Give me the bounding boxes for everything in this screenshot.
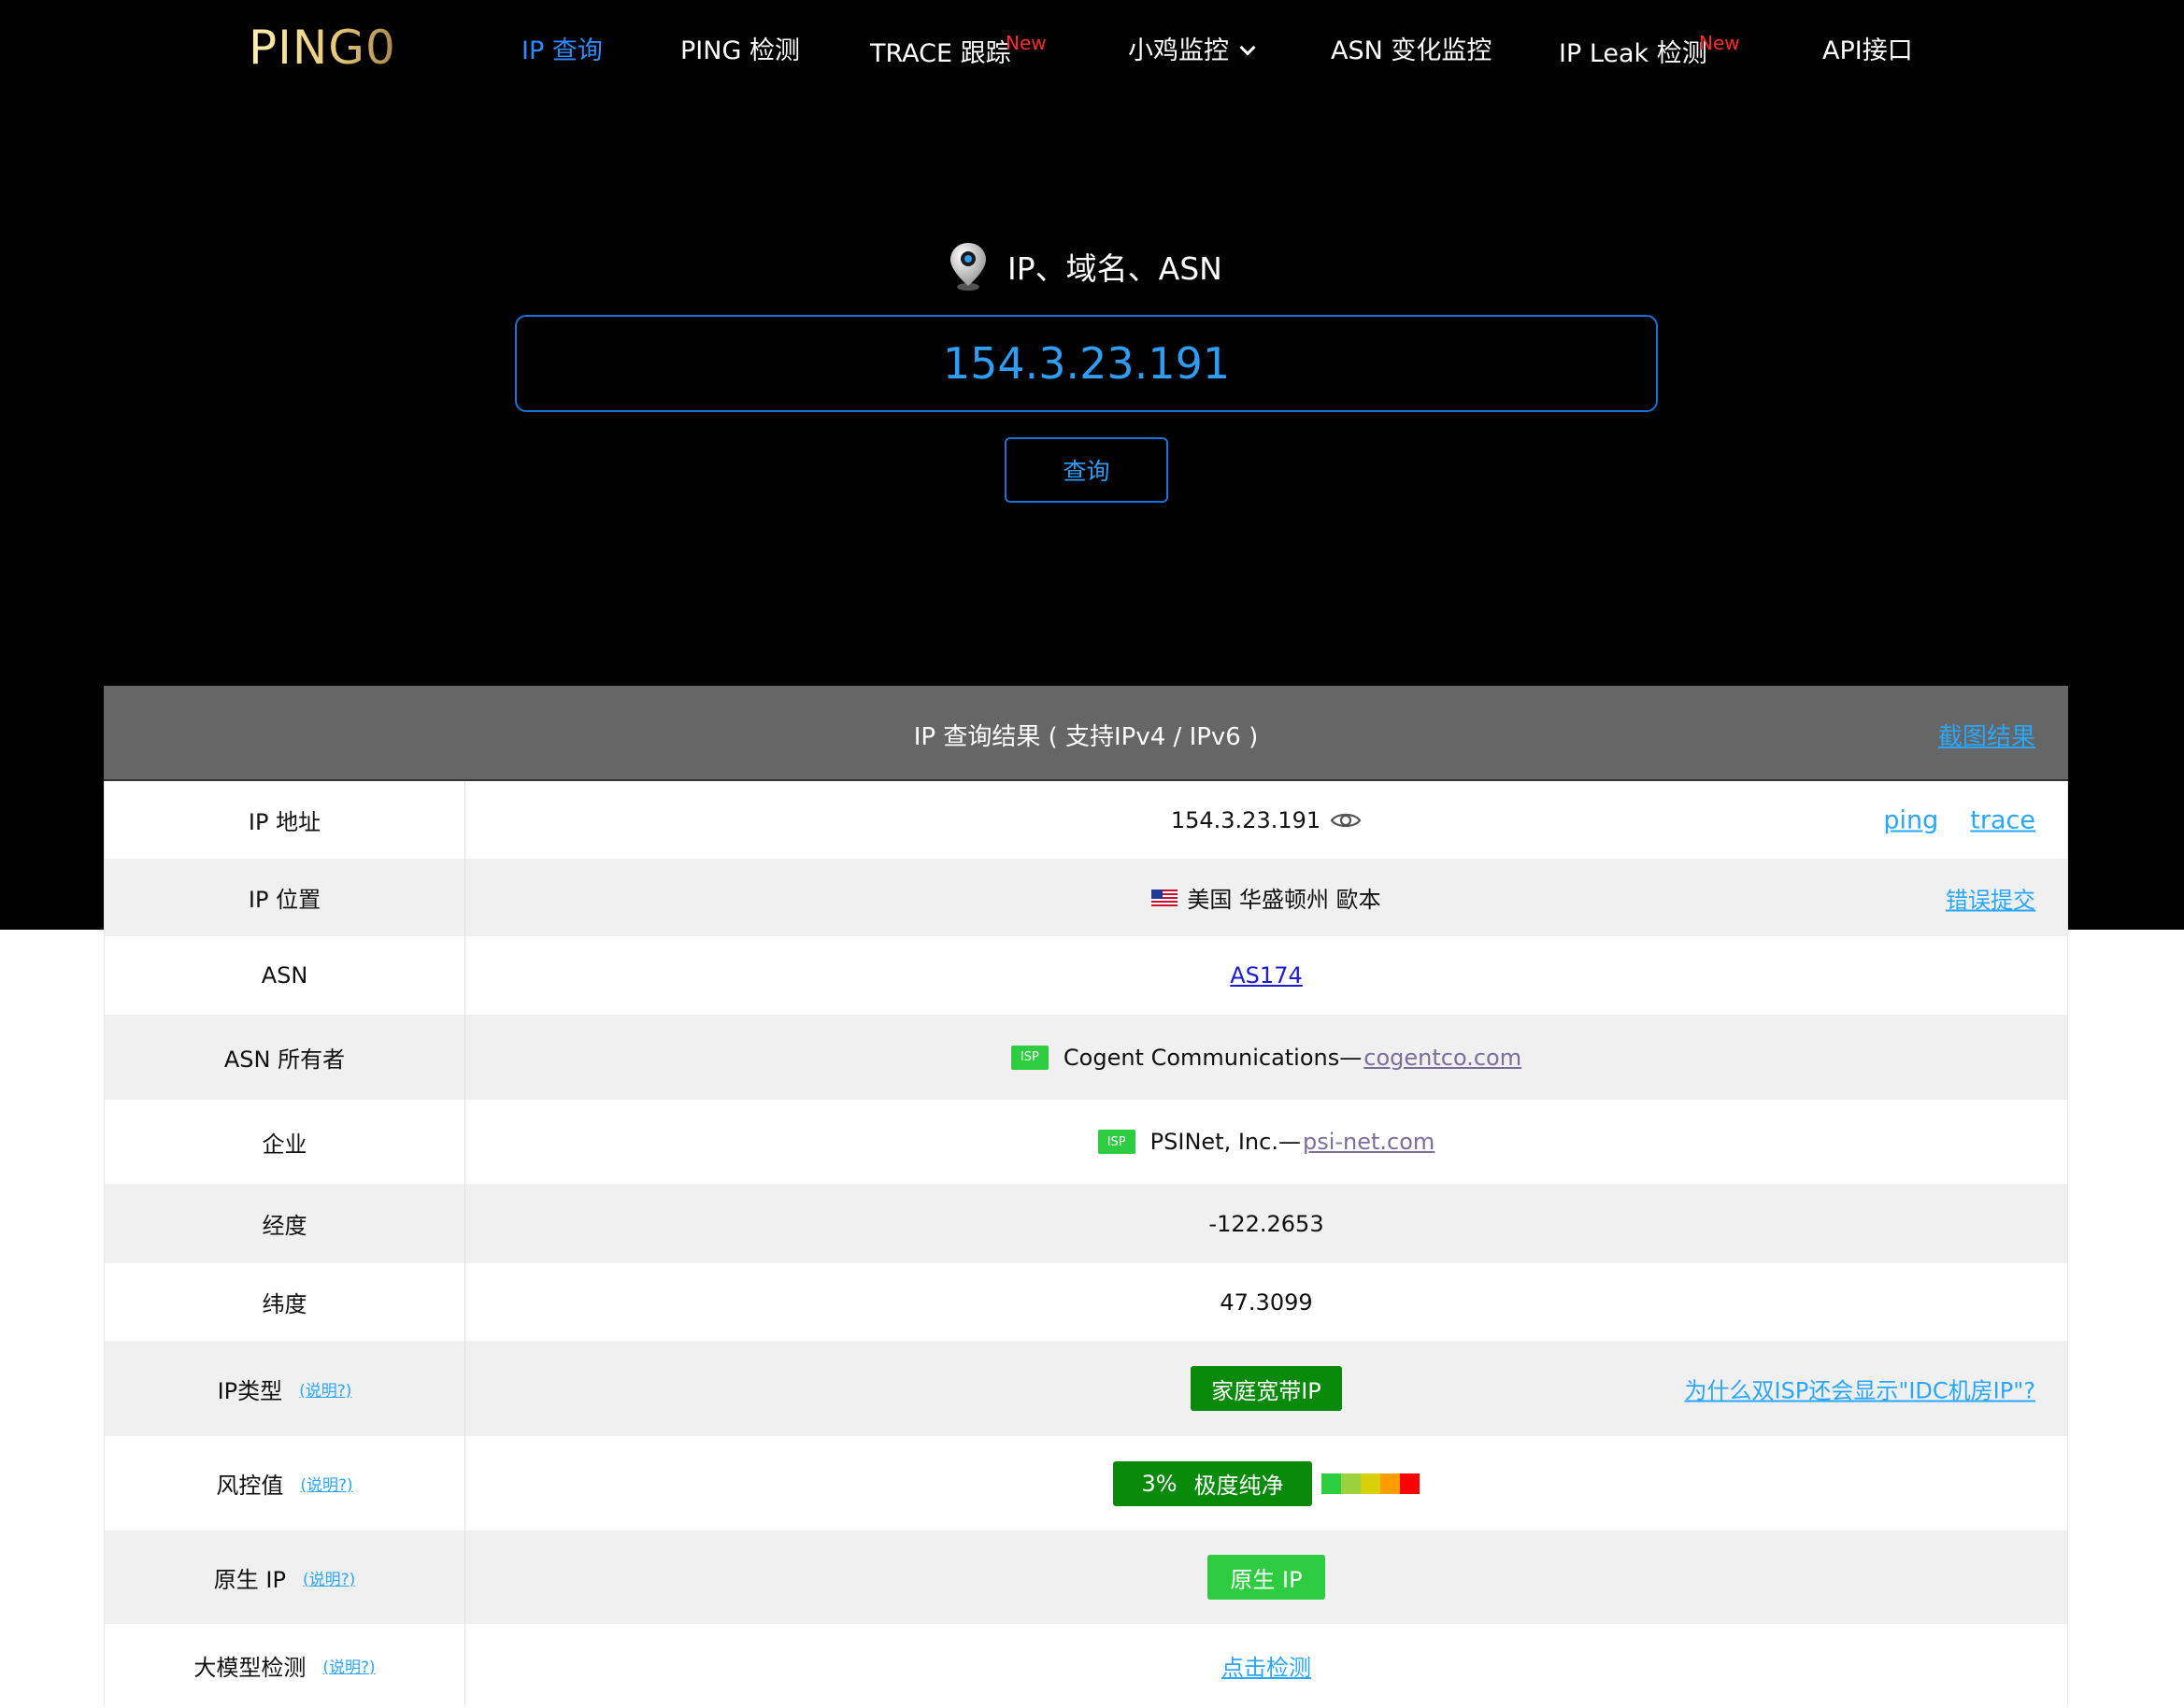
dual-isp-faq-link[interactable]: 为什么双ISP还会显示"IDC机房IP"?	[1685, 1373, 2035, 1405]
asn-link[interactable]: AS174	[1230, 962, 1302, 989]
row-llm-check: 大模型检测 (说明?) 点击检测	[104, 1624, 2068, 1706]
trace-link[interactable]: trace	[1970, 805, 2035, 834]
isp-badge: ISP	[1097, 1130, 1135, 1154]
search-input[interactable]	[517, 317, 1656, 410]
result-header: IP 查询结果 ( 支持IPv4 / IPv6 ) 截图结果	[104, 686, 2068, 781]
eye-icon[interactable]	[1330, 809, 1362, 832]
row-value: 点击检测	[465, 1624, 2067, 1706]
row-org: 企业 ISP PSINet, Inc.— psi-net.com	[104, 1100, 2068, 1184]
row-actions: 为什么双ISP还会显示"IDC机房IP"?	[1685, 1373, 2035, 1405]
row-label: IP 位置	[105, 859, 465, 936]
us-flag-icon	[1151, 889, 1178, 906]
risk-label: 风控值	[216, 1473, 284, 1499]
nav-api[interactable]: API接口	[1822, 30, 1913, 66]
result-panel: IP 查询结果 ( 支持IPv4 / IPv6 ) 截图结果 IP 地址 154…	[104, 686, 2068, 1708]
ip-value: 154.3.23.191	[1170, 806, 1321, 833]
row-value: 家庭宽带IP 为什么双ISP还会显示"IDC机房IP"?	[465, 1341, 2067, 1436]
nav-asn-monitor[interactable]: ASN 变化监控	[1331, 30, 1492, 66]
report-error-link[interactable]: 错误提交	[1946, 881, 2035, 914]
risk-badge: 3% 极度纯净	[1113, 1460, 1312, 1506]
llm-check-link[interactable]: 点击检测	[1221, 1649, 1311, 1682]
row-value: ISP Cogent Communications— cogentco.com	[465, 1015, 2067, 1100]
row-value: ISP PSINet, Inc.— psi-net.com	[465, 1100, 2067, 1184]
search-label-group: IP、域名、ASN	[948, 241, 1222, 292]
row-label: IP 地址	[105, 781, 465, 859]
row-actions: 错误提交	[1946, 881, 2035, 914]
chevron-down-icon	[1239, 39, 1256, 56]
row-ip-address: IP 地址 154.3.23.191 ping trace	[104, 781, 2068, 859]
risk-scale	[1320, 1473, 1420, 1494]
row-label: 经度	[105, 1184, 465, 1263]
org-domain-link[interactable]: psi-net.com	[1303, 1129, 1435, 1155]
row-label: ASN	[105, 936, 465, 1015]
ping-link[interactable]: ping	[1883, 805, 1938, 834]
nav-ip-leak[interactable]: IP Leak 检测	[1559, 33, 1707, 69]
risk-percent: 3%	[1141, 1470, 1178, 1497]
row-latitude: 纬度 47.3099	[104, 1263, 2068, 1341]
row-native-ip: 原生 IP (说明?) 原生 IP	[104, 1530, 2068, 1624]
risk-scale-segment	[1360, 1473, 1380, 1494]
explain-link[interactable]: (说明?)	[303, 1566, 355, 1589]
explain-link[interactable]: (说明?)	[300, 1472, 352, 1495]
nav-ip-leak-new-badge: New	[1699, 32, 1740, 54]
row-actions: ping trace	[1883, 805, 2035, 834]
row-label: IP类型 (说明?)	[105, 1341, 465, 1436]
nav-vps-monitor-label: 小鸡监控	[1128, 36, 1229, 65]
row-ip-type: IP类型 (说明?) 家庭宽带IP 为什么双ISP还会显示"IDC机房IP"?	[104, 1341, 2068, 1436]
result-title: IP 查询结果 ( 支持IPv4 / IPv6 )	[913, 723, 1259, 751]
asn-owner-name: Cogent Communications—	[1063, 1044, 1363, 1071]
explain-link[interactable]: (说明?)	[299, 1377, 351, 1401]
risk-scale-segment	[1379, 1473, 1400, 1494]
row-value: 美国 华盛顿州 歐本 错误提交	[465, 859, 2067, 936]
ip-type-badge: 家庭宽带IP	[1191, 1366, 1342, 1411]
risk-text: 极度纯净	[1193, 1473, 1284, 1499]
map-pin-icon	[950, 243, 986, 291]
ip-type-label: IP类型	[217, 1377, 283, 1404]
search-label: IP、域名、ASN	[1007, 250, 1222, 287]
row-longitude: 经度 -122.2653	[104, 1184, 2068, 1263]
row-asn-owner: ASN 所有者 ISP Cogent Communications— cogen…	[104, 1015, 2068, 1100]
nav-ping[interactable]: PING 检测	[680, 30, 800, 66]
row-value: AS174	[465, 936, 2067, 1015]
risk-scale-segment	[1320, 1473, 1341, 1494]
row-label: 原生 IP (说明?)	[105, 1530, 465, 1624]
native-ip-label: 原生 IP	[213, 1566, 286, 1593]
row-value: 3% 极度纯净	[465, 1436, 2067, 1530]
nav-vps-monitor[interactable]: 小鸡监控	[1128, 30, 1256, 66]
row-value: 47.3099	[1220, 1288, 1313, 1316]
risk-scale-segment	[1399, 1473, 1420, 1494]
row-label: 纬度	[105, 1263, 465, 1341]
llm-check-label: 大模型检测	[193, 1654, 307, 1681]
org-name: PSINet, Inc.—	[1149, 1129, 1301, 1155]
nav-trace[interactable]: TRACE 跟踪	[870, 33, 1011, 69]
row-value: 原生 IP	[465, 1530, 2067, 1624]
isp-badge: ISP	[1010, 1045, 1049, 1070]
row-value: 154.3.23.191 ping trace	[465, 781, 2067, 859]
query-button[interactable]: 查询	[1005, 437, 1168, 503]
search-box[interactable]	[515, 315, 1658, 412]
nav-ip-query[interactable]: IP 查询	[521, 30, 603, 66]
row-value: -122.2653	[1208, 1210, 1324, 1237]
screenshot-result-link[interactable]: 截图结果	[1938, 718, 2035, 752]
nav-trace-new-badge: New	[1006, 32, 1047, 54]
row-label: 风控值 (说明?)	[105, 1436, 465, 1530]
row-label: ASN 所有者	[105, 1015, 465, 1100]
row-ip-location: IP 位置 美国 华盛顿州 歐本 错误提交	[104, 859, 2068, 936]
location-value: 美国 华盛顿州 歐本	[1187, 887, 1381, 913]
native-ip-badge: 原生 IP	[1207, 1555, 1325, 1600]
row-asn: ASN AS174	[104, 936, 2068, 1015]
asn-owner-domain-link[interactable]: cogentco.com	[1363, 1045, 1521, 1071]
explain-link[interactable]: (说明?)	[322, 1654, 375, 1677]
top-nav: PING0 IP 查询 PING 检测 TRACE 跟踪 New 小鸡监控 AS…	[0, 0, 2184, 93]
row-label: 大模型检测 (说明?)	[105, 1624, 465, 1706]
row-label: 企业	[105, 1100, 465, 1184]
row-risk: 风控值 (说明?) 3% 极度纯净	[104, 1436, 2068, 1530]
logo[interactable]: PING0	[249, 21, 396, 75]
risk-scale-segment	[1340, 1473, 1361, 1494]
